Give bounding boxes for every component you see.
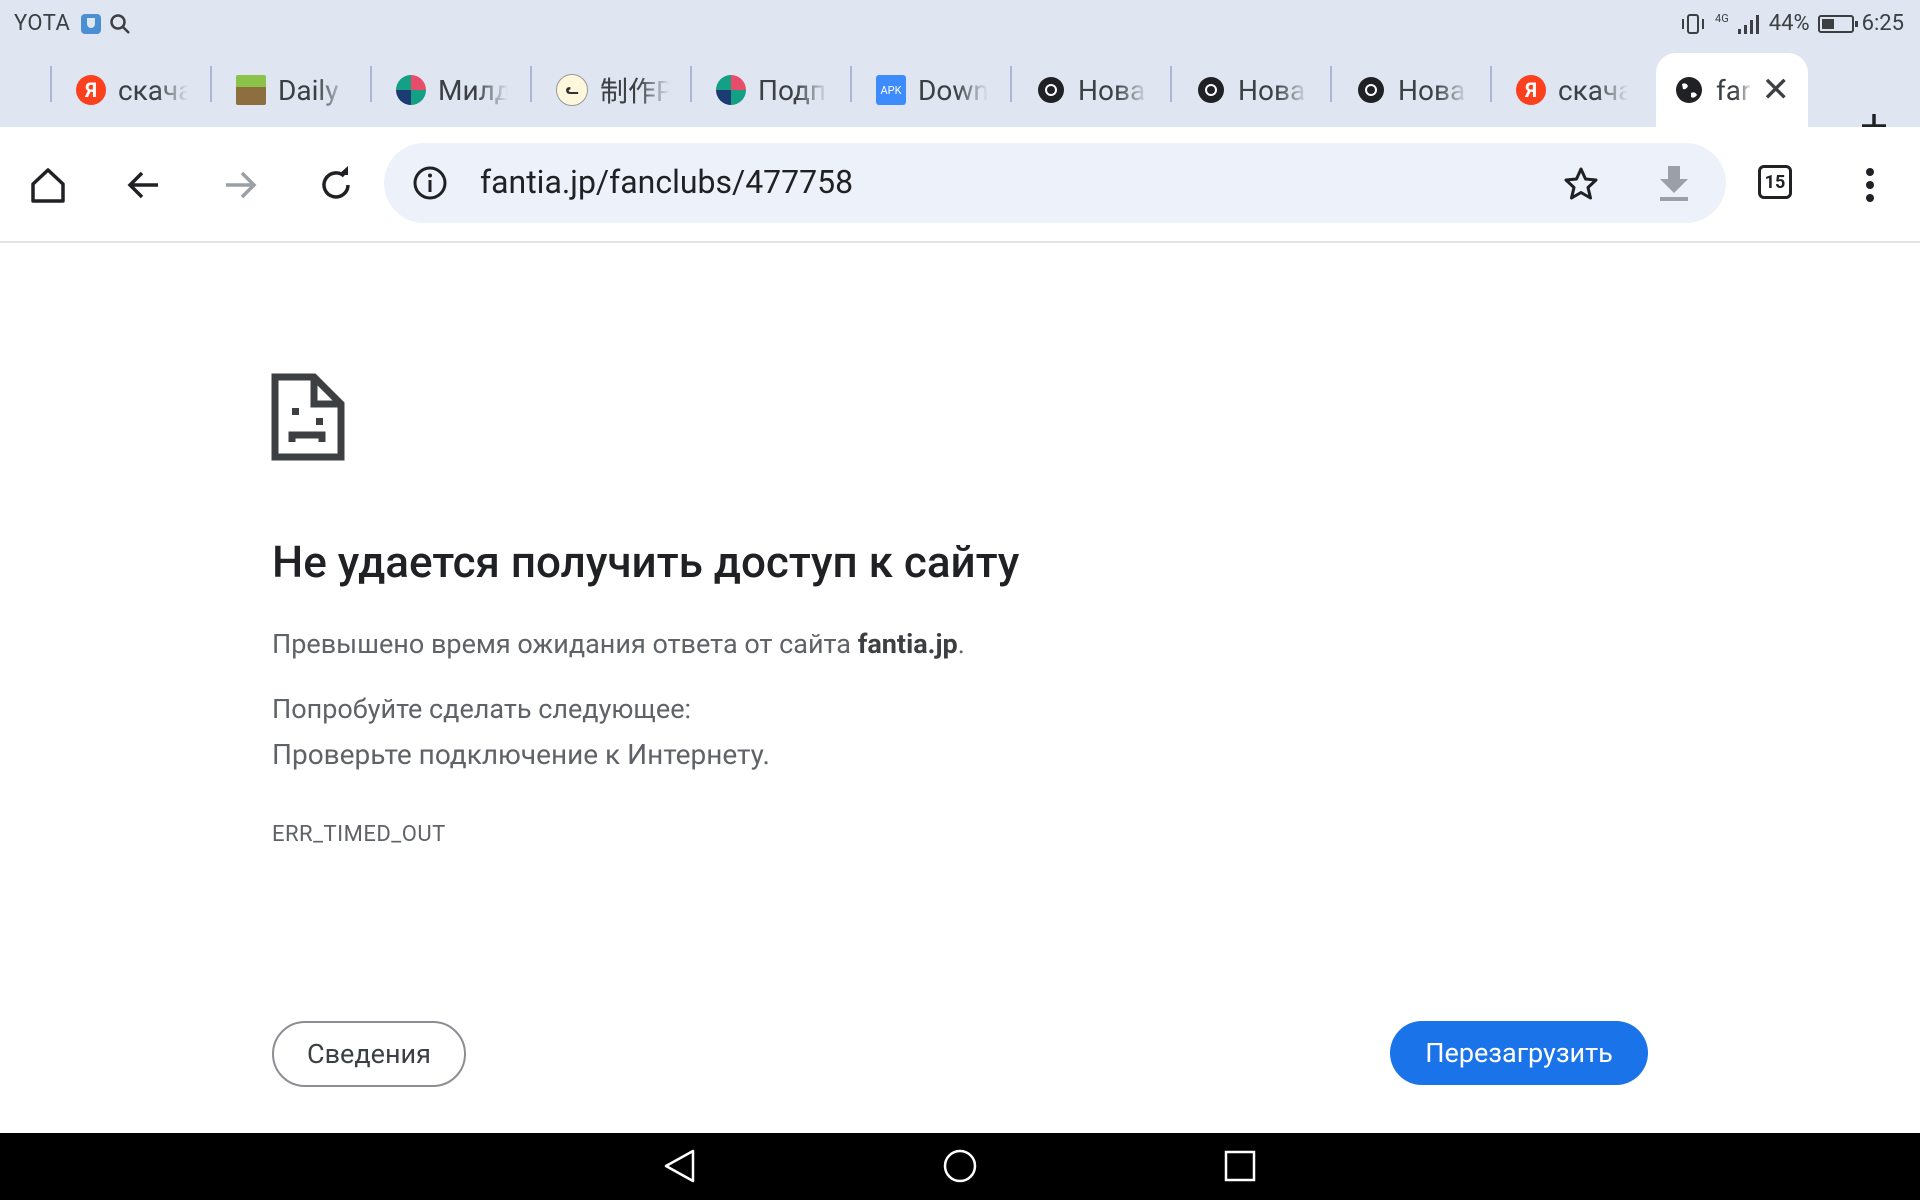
error-description-suffix: . [957, 628, 965, 660]
tab-separator [210, 66, 212, 102]
chrome-icon [1358, 77, 1384, 103]
arrow-left-icon [127, 171, 158, 199]
pinwheel-icon [396, 75, 426, 105]
info-icon[interactable] [412, 165, 448, 201]
nav-home-icon[interactable] [940, 1146, 980, 1186]
chrome-icon [1198, 77, 1224, 103]
minecraft-icon [236, 75, 266, 105]
tab-title: Нова [1078, 73, 1146, 107]
search-icon [110, 14, 130, 34]
tab-switcher-button[interactable]: 15 [1758, 165, 1792, 199]
tab-separator [1490, 66, 1492, 102]
tab-title: 制作P [600, 75, 670, 108]
tab-title: скача [118, 73, 188, 107]
battery-icon [1817, 14, 1858, 33]
tab-title: far [1716, 73, 1751, 107]
error-code: ERR_TIMED_OUT [272, 822, 446, 847]
tab-title: Daily [278, 73, 339, 107]
url-text[interactable]: fantia.jp/fanclubs/477758 [480, 163, 853, 201]
reload-toolbar-button[interactable] [314, 163, 358, 207]
download-icon[interactable] [1656, 163, 1692, 203]
tab-title: скача [1558, 73, 1628, 107]
apk-icon: APK [876, 75, 906, 105]
tab-item[interactable]: Daily [236, 61, 348, 119]
tab-title: Милд [438, 73, 508, 107]
tab-title: Нова [1398, 73, 1466, 107]
tab-separator [50, 66, 52, 102]
refresh-icon [322, 166, 350, 199]
pinwheel-icon [716, 75, 746, 105]
cat-doodle-icon: ᓚ [556, 74, 588, 106]
vibrate-icon [1682, 13, 1705, 34]
back-button[interactable] [122, 163, 166, 207]
tab-separator [1330, 66, 1332, 102]
toolbar: fantia.jp/fanclubs/477758 15 [0, 127, 1920, 243]
suggestion-item: Проверьте подключение к Интернету. [272, 738, 770, 771]
tab-separator [1010, 66, 1012, 102]
battery-percent: 44% [1768, 11, 1810, 36]
error-description-prefix: Превышено время ожидания ответа от сайта [272, 628, 858, 660]
tab-title: Подп [758, 73, 827, 107]
tab-item[interactable]: Я скача [1516, 61, 1628, 119]
carrier-name: YOTA [14, 11, 71, 36]
tab-title: Down [918, 73, 988, 107]
tab-item[interactable]: APK Down [876, 61, 988, 119]
tab-separator [530, 66, 532, 102]
home-button[interactable] [26, 163, 70, 207]
tab-item[interactable]: Подп [716, 61, 828, 119]
error-host: fantia.jp [857, 628, 958, 660]
vpn-shield-icon [81, 14, 101, 34]
reload-button[interactable]: Перезагрузить [1390, 1021, 1648, 1085]
suggestions-heading: Попробуйте сделать следующее: [272, 693, 692, 725]
home-icon [31, 168, 65, 203]
globe-icon [1676, 77, 1702, 103]
nav-recents-icon[interactable] [1220, 1146, 1260, 1186]
tab-strip: Я скача Daily Милд ᓚ 制作P Подп APK Down Н… [0, 49, 1920, 138]
tab-separator [850, 66, 852, 102]
tab-item[interactable]: ᓚ 制作P [556, 61, 670, 119]
clock: 6:25 [1861, 11, 1904, 36]
tab-item[interactable]: Милд [396, 61, 508, 119]
tab-separator [1170, 66, 1172, 102]
close-tab-icon[interactable]: ✕ [1762, 70, 1791, 110]
yandex-icon: Я [1516, 75, 1546, 105]
address-bar[interactable]: fantia.jp/fanclubs/477758 [384, 143, 1726, 223]
error-title: Не удается получить доступ к сайту [272, 536, 1020, 588]
signal-icon [1737, 14, 1759, 34]
tab-item[interactable]: Нова [1356, 61, 1468, 119]
more-vert-icon [1866, 168, 1874, 202]
tab-item-active[interactable]: far ✕ [1656, 53, 1808, 127]
yandex-icon: Я [76, 75, 106, 105]
tab-title: Нова [1238, 73, 1306, 107]
arrow-right-icon [226, 171, 257, 199]
tab-item[interactable]: Нова [1196, 61, 1308, 119]
details-button[interactable]: Сведения [272, 1021, 466, 1087]
forward-button[interactable] [218, 163, 262, 207]
error-description: Превышено время ожидания ответа от сайта… [272, 628, 965, 660]
status-bar: YOTA 4G 44% 6:25 [0, 0, 1920, 49]
star-icon[interactable] [1562, 165, 1600, 203]
tab-item[interactable]: Нова [1036, 61, 1148, 119]
network-type: 4G [1715, 12, 1729, 25]
chrome-icon [1038, 77, 1064, 103]
tab-item[interactable]: Я скача [76, 61, 188, 119]
tab-separator [690, 66, 692, 102]
sad-page-icon [271, 373, 345, 461]
nav-back-icon[interactable] [660, 1146, 700, 1186]
system-nav-bar [0, 1133, 1920, 1200]
menu-button[interactable] [1848, 163, 1892, 207]
tab-separator [370, 66, 372, 102]
